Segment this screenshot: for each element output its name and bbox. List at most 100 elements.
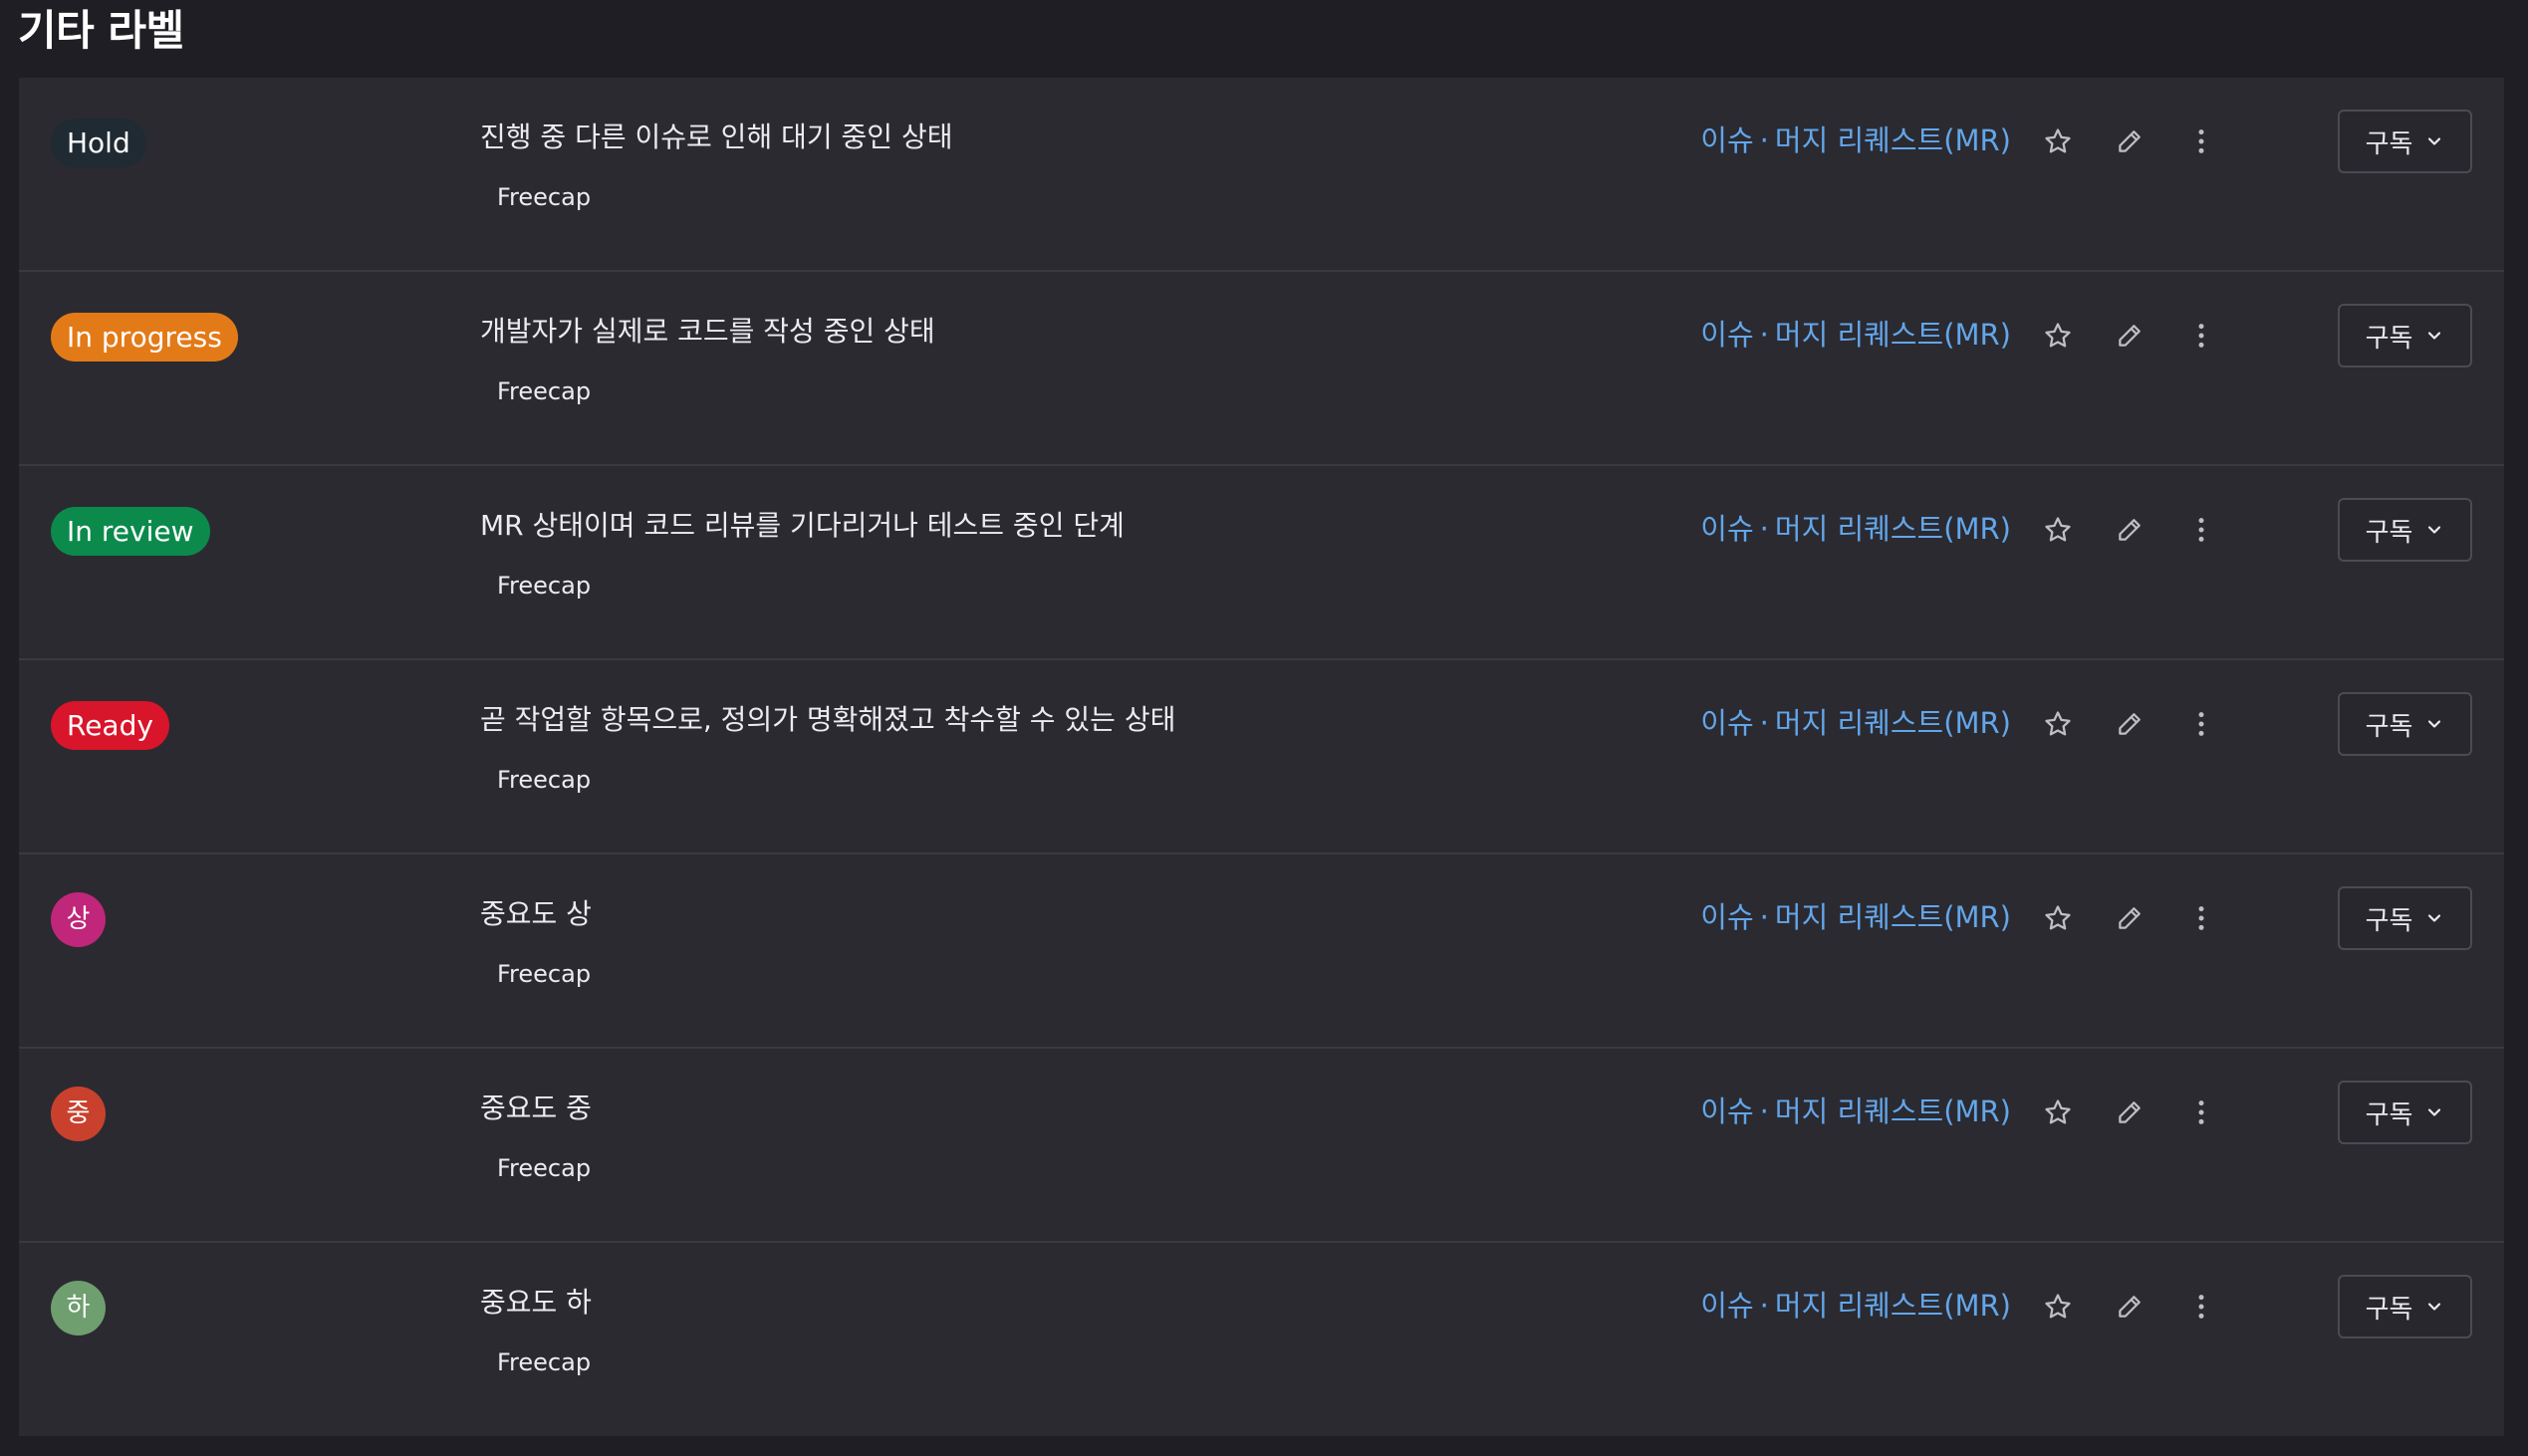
link-separator: · (1759, 900, 1769, 934)
pencil-icon (2119, 1101, 2141, 1123)
star-icon (2045, 517, 2071, 542)
label-project: Freecap (497, 766, 592, 794)
issues-link[interactable]: 이슈 (1700, 900, 1753, 934)
subscribe-label: 구독 (2365, 711, 2413, 742)
label-row: In review MR 상태이며 코드 리뷰를 기다리거나 테스트 중인 단계… (19, 466, 2504, 660)
edit-button[interactable] (2106, 1089, 2153, 1136)
label-badge[interactable]: Hold (51, 119, 146, 167)
label-project: Freecap (497, 183, 592, 211)
subscribe-label: 구독 (2365, 1099, 2413, 1130)
label-row: Hold 진행 중 다른 이슈로 인해 대기 중인 상태 Freecap 이슈 ·… (19, 78, 2504, 272)
label-links: 이슈 · 머지 리퀘스트(MR) (1700, 312, 2011, 354)
more-actions-button[interactable] (2177, 894, 2225, 942)
link-separator: · (1759, 318, 1769, 352)
subscribe-dropdown[interactable]: 구독 (2338, 110, 2472, 173)
more-actions-button[interactable] (2177, 118, 2225, 165)
pencil-icon (2119, 713, 2141, 735)
kebab-menu-icon (2198, 518, 2204, 542)
star-button[interactable] (2034, 312, 2082, 360)
star-button[interactable] (2034, 506, 2082, 554)
subscribe-dropdown[interactable]: 구독 (2338, 692, 2472, 756)
star-icon (2045, 711, 2071, 736)
merge-requests-link[interactable]: 머지 리퀘스트(MR) (1775, 123, 2011, 157)
label-row: Ready 곧 작업할 항목으로, 정의가 명확해졌고 착수할 수 있는 상태 … (19, 660, 2504, 854)
label-description: 곧 작업할 항목으로, 정의가 명확해졌고 착수할 수 있는 상태 (480, 703, 1176, 736)
star-icon (2045, 1099, 2071, 1124)
issues-link[interactable]: 이슈 (1700, 1289, 1753, 1323)
pencil-icon (2119, 130, 2141, 152)
label-description: MR 상태이며 코드 리뷰를 기다리거나 테스트 중인 단계 (480, 509, 1125, 542)
label-badge[interactable]: 하 (51, 1281, 106, 1335)
label-badge[interactable]: 상 (51, 892, 106, 947)
label-row: 상 중요도 상 Freecap 이슈 · 머지 리퀘스트(MR) 구독 (19, 854, 2504, 1049)
edit-button[interactable] (2106, 118, 2153, 165)
label-description: 진행 중 다른 이슈로 인해 대기 중인 상태 (480, 121, 953, 153)
kebab-menu-icon (2198, 1295, 2204, 1319)
label-badge[interactable]: 중 (51, 1087, 106, 1141)
label-project: Freecap (497, 960, 592, 988)
edit-button[interactable] (2106, 312, 2153, 360)
chevron-down-icon (2428, 1303, 2441, 1311)
subscribe-label: 구독 (2365, 1294, 2413, 1325)
more-actions-button[interactable] (2177, 1089, 2225, 1136)
edit-button[interactable] (2106, 1283, 2153, 1331)
link-separator: · (1759, 123, 1769, 157)
star-button[interactable] (2034, 1283, 2082, 1331)
label-description: 중요도 중 (480, 1092, 592, 1124)
star-button[interactable] (2034, 700, 2082, 748)
more-actions-button[interactable] (2177, 506, 2225, 554)
star-button[interactable] (2034, 118, 2082, 165)
more-actions-button[interactable] (2177, 700, 2225, 748)
link-separator: · (1759, 706, 1769, 740)
label-links: 이슈 · 머지 리퀘스트(MR) (1700, 700, 2011, 742)
merge-requests-link[interactable]: 머지 리퀘스트(MR) (1775, 1094, 2011, 1128)
label-row: 하 중요도 하 Freecap 이슈 · 머지 리퀘스트(MR) 구독 (19, 1243, 2504, 1437)
subscribe-dropdown[interactable]: 구독 (2338, 886, 2472, 950)
subscribe-dropdown[interactable]: 구독 (2338, 498, 2472, 562)
link-separator: · (1759, 1094, 1769, 1128)
issues-link[interactable]: 이슈 (1700, 1094, 1753, 1128)
subscribe-dropdown[interactable]: 구독 (2338, 1081, 2472, 1144)
more-actions-button[interactable] (2177, 312, 2225, 360)
merge-requests-link[interactable]: 머지 리퀘스트(MR) (1775, 318, 2011, 352)
label-project: Freecap (497, 1348, 592, 1376)
section-title: 기타 라벨 (18, 6, 184, 55)
label-row: In progress 개발자가 실제로 코드를 작성 중인 상태 Freeca… (19, 272, 2504, 466)
kebab-menu-icon (2198, 324, 2204, 348)
chevron-down-icon (2428, 720, 2441, 728)
chevron-down-icon (2428, 914, 2441, 922)
label-project: Freecap (497, 572, 592, 600)
label-links: 이슈 · 머지 리퀘스트(MR) (1700, 506, 2011, 548)
label-links: 이슈 · 머지 리퀘스트(MR) (1700, 118, 2011, 159)
more-actions-button[interactable] (2177, 1283, 2225, 1331)
label-links: 이슈 · 머지 리퀘스트(MR) (1700, 1089, 2011, 1130)
label-project: Freecap (497, 377, 592, 405)
subscribe-dropdown[interactable]: 구독 (2338, 1275, 2472, 1338)
issues-link[interactable]: 이슈 (1700, 512, 1753, 546)
link-separator: · (1759, 1289, 1769, 1323)
merge-requests-link[interactable]: 머지 리퀘스트(MR) (1775, 512, 2011, 546)
star-button[interactable] (2034, 894, 2082, 942)
label-badge[interactable]: In progress (51, 313, 238, 362)
kebab-menu-icon (2198, 906, 2204, 930)
star-button[interactable] (2034, 1089, 2082, 1136)
merge-requests-link[interactable]: 머지 리퀘스트(MR) (1775, 706, 2011, 740)
issues-link[interactable]: 이슈 (1700, 706, 1753, 740)
subscribe-dropdown[interactable]: 구독 (2338, 304, 2472, 367)
pencil-icon (2119, 907, 2141, 929)
issues-link[interactable]: 이슈 (1700, 123, 1753, 157)
edit-button[interactable] (2106, 506, 2153, 554)
kebab-menu-icon (2198, 129, 2204, 153)
pencil-icon (2119, 1296, 2141, 1318)
edit-button[interactable] (2106, 894, 2153, 942)
edit-button[interactable] (2106, 700, 2153, 748)
chevron-down-icon (2428, 332, 2441, 340)
subscribe-label: 구독 (2365, 905, 2413, 936)
issues-link[interactable]: 이슈 (1700, 318, 1753, 352)
label-badge[interactable]: Ready (51, 701, 169, 750)
pencil-icon (2119, 519, 2141, 541)
merge-requests-link[interactable]: 머지 리퀘스트(MR) (1775, 1289, 2011, 1323)
star-icon (2045, 323, 2071, 348)
merge-requests-link[interactable]: 머지 리퀘스트(MR) (1775, 900, 2011, 934)
label-badge[interactable]: In review (51, 507, 210, 556)
